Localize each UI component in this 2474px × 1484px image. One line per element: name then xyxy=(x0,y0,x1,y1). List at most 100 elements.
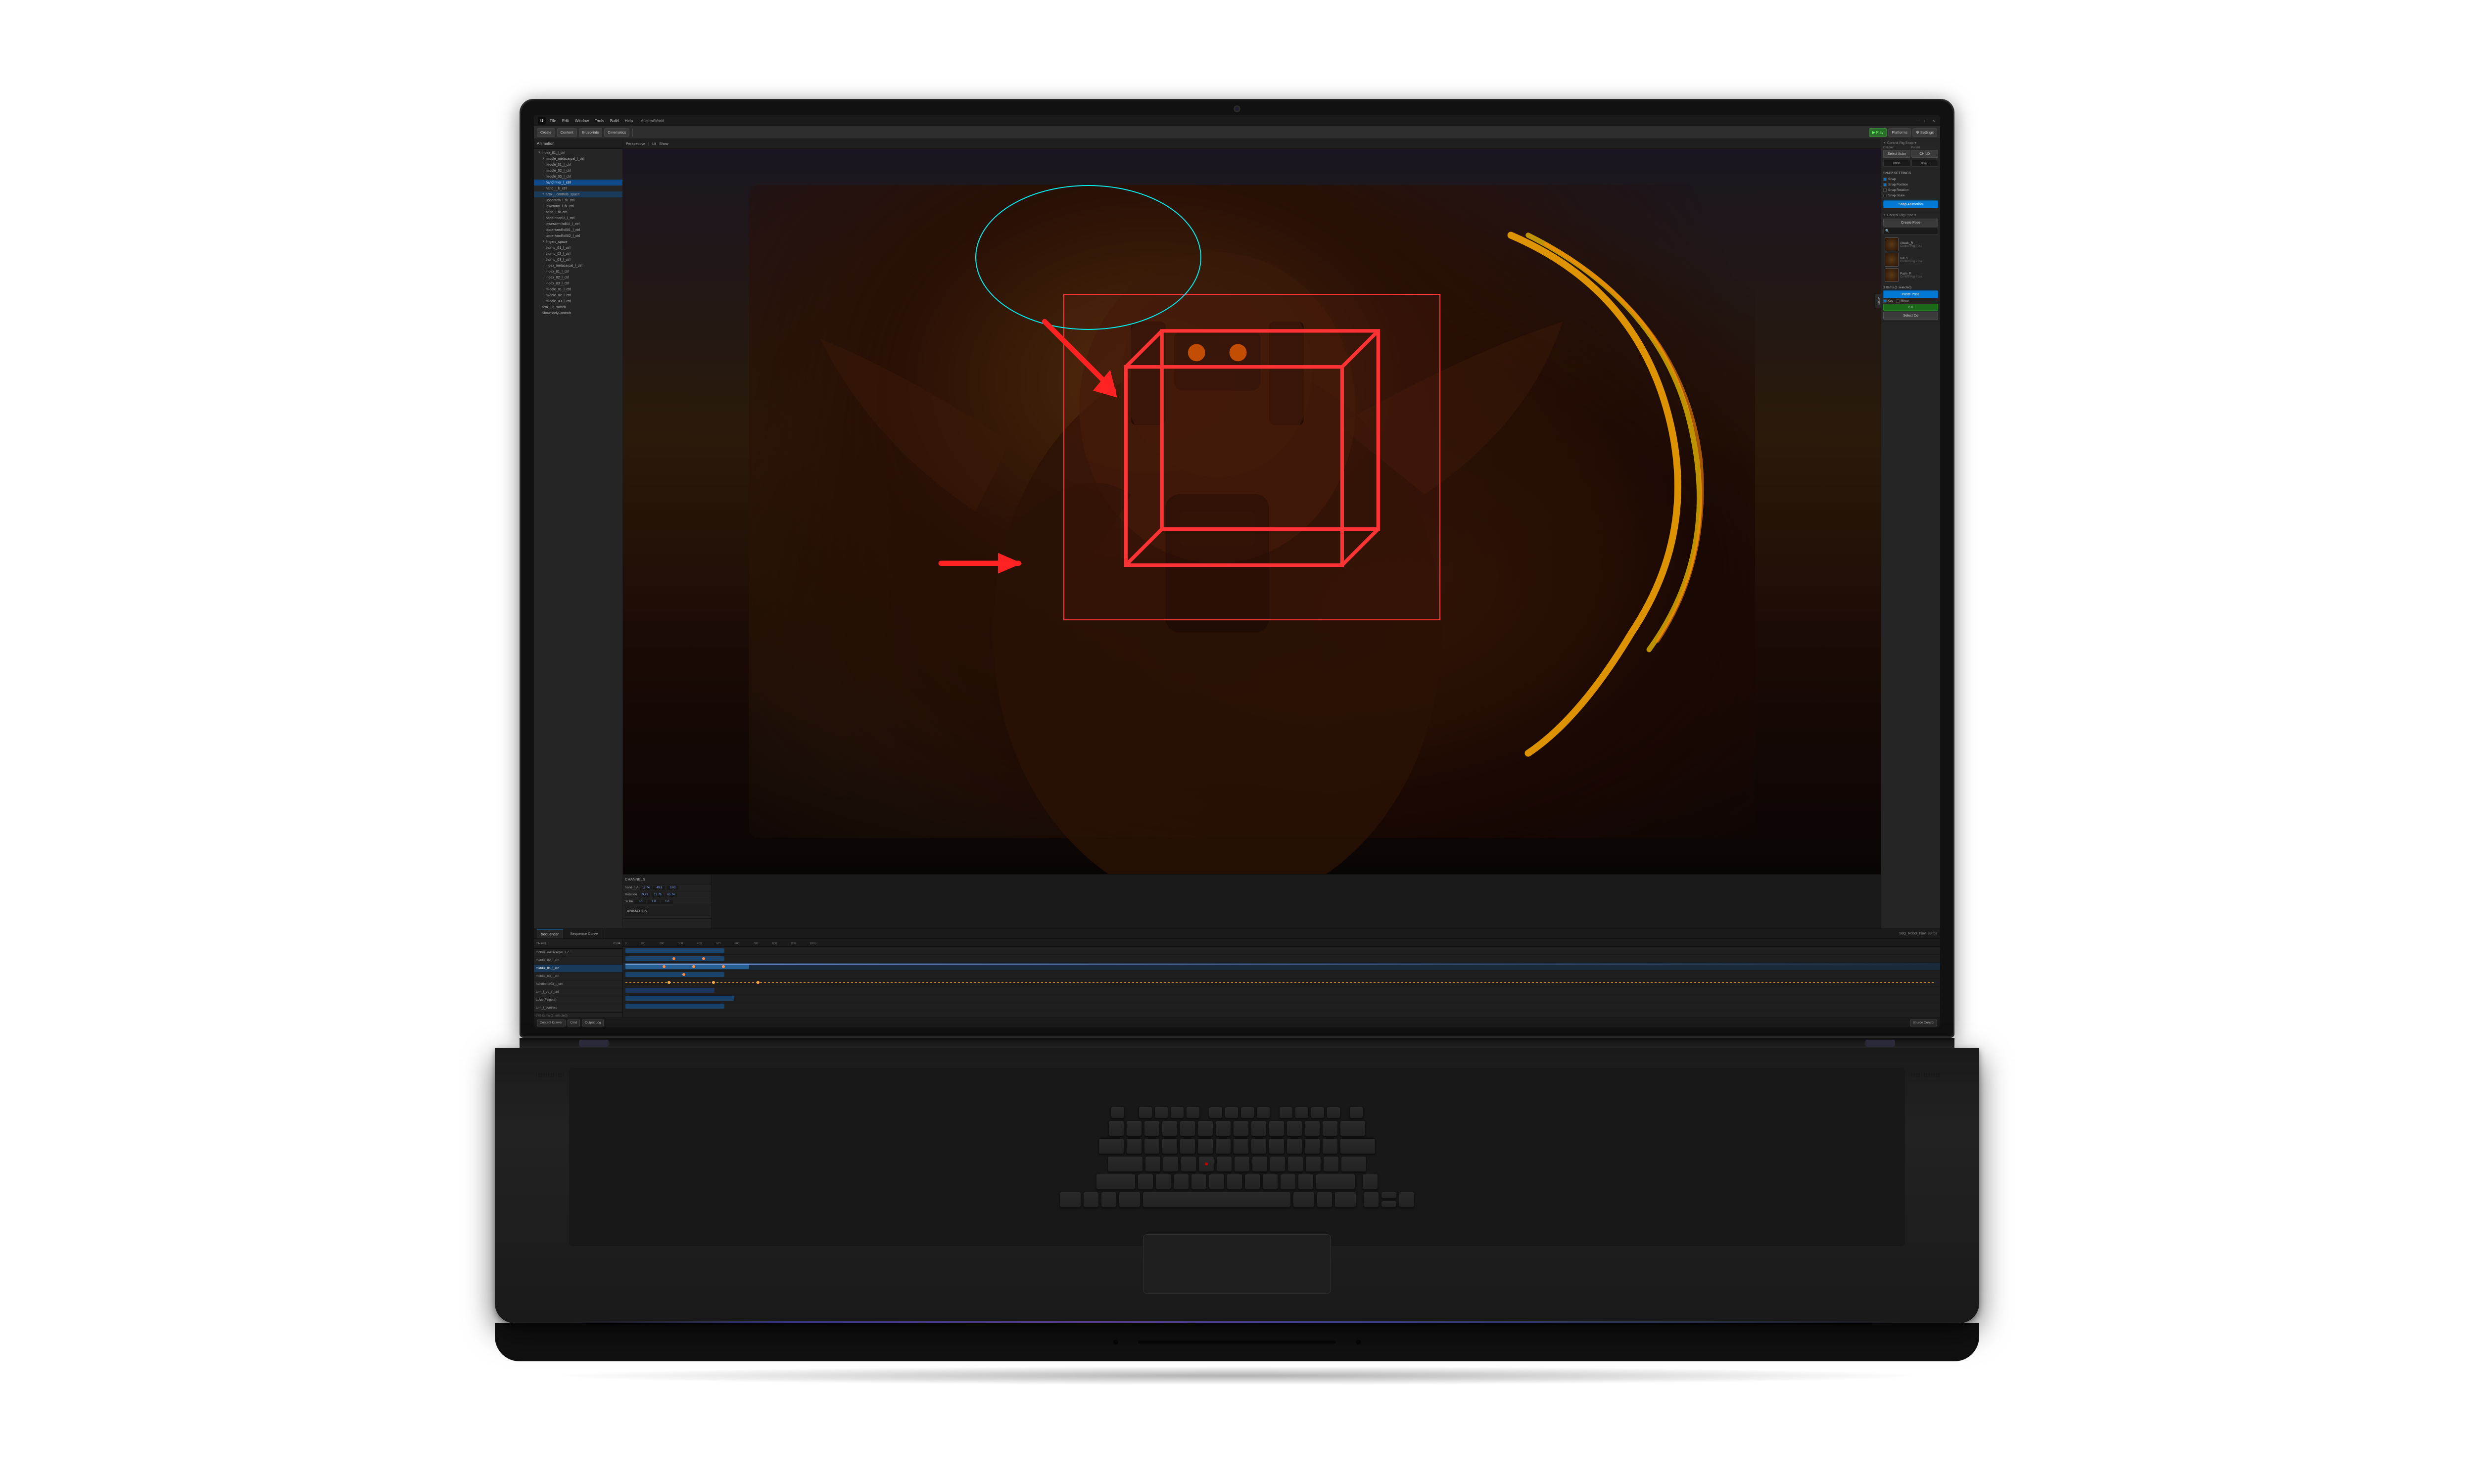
key-i[interactable] xyxy=(1251,1138,1267,1154)
key-f11[interactable] xyxy=(1311,1107,1325,1118)
track-item[interactable]: mobile_03_l_ctrl xyxy=(534,973,622,980)
tree-item[interactable]: ▼ fingers_space xyxy=(534,239,622,245)
key-right-shift[interactable] xyxy=(1316,1174,1355,1190)
key-comma[interactable] xyxy=(1262,1174,1278,1190)
key-f10[interactable] xyxy=(1295,1107,1309,1118)
timeline-track[interactable] xyxy=(623,986,1940,994)
lit-btn[interactable]: Lit xyxy=(652,141,656,146)
channel-z[interactable]: 65.74 xyxy=(665,893,677,897)
timeline-track[interactable] xyxy=(623,971,1940,978)
menu-tools[interactable]: Tools xyxy=(595,119,604,123)
timeline-track[interactable] xyxy=(623,994,1940,1002)
create-button[interactable]: Create xyxy=(537,128,555,137)
tree-item[interactable]: middle_02_l_ctrl xyxy=(534,292,622,298)
channel-y[interactable]: 1.0 xyxy=(648,900,660,904)
tree-item[interactable]: middle_01_l_ctrl xyxy=(534,286,622,292)
key-f12[interactable] xyxy=(1327,1107,1340,1118)
track-item[interactable]: Locs (Fingers) xyxy=(534,996,622,1004)
tree-item[interactable]: handInnor03_l_ctrl xyxy=(534,215,622,221)
key-f9[interactable] xyxy=(1279,1107,1293,1118)
tree-item[interactable]: index_02_l_ctrl xyxy=(534,275,622,280)
select-co-button[interactable]: Select Co xyxy=(1883,312,1938,320)
key-s[interactable] xyxy=(1163,1156,1179,1172)
menu-window[interactable]: Window xyxy=(575,119,589,123)
key-9[interactable] xyxy=(1269,1120,1285,1136)
key-g[interactable] xyxy=(1216,1156,1232,1172)
key-ctrl-r[interactable] xyxy=(1334,1192,1356,1207)
key-4[interactable] xyxy=(1180,1120,1195,1136)
key-x[interactable] xyxy=(1155,1174,1171,1190)
key-tab[interactable] xyxy=(1098,1138,1124,1154)
tree-item[interactable]: index_03_l_ctrl xyxy=(534,280,622,286)
channel-x[interactable]: 12.74 xyxy=(640,886,652,890)
channel-y[interactable]: 49.9 xyxy=(653,886,665,890)
timeline[interactable]: 0100200300 400500600700 8009001000 xyxy=(623,939,1940,1018)
key-esc[interactable] xyxy=(1111,1107,1125,1118)
key-k[interactable] xyxy=(1270,1156,1285,1172)
tree-item[interactable]: index_01_l_ctrl xyxy=(534,269,622,275)
key-3[interactable] xyxy=(1162,1120,1178,1136)
pose-item-attack[interactable]: Attack_R Control Rig Pose xyxy=(1885,237,1937,251)
source-control-button[interactable]: Source Control xyxy=(1910,1020,1937,1026)
key-1[interactable] xyxy=(1126,1120,1142,1136)
channel-y[interactable]: 13.76 xyxy=(652,893,664,897)
key-q[interactable] xyxy=(1126,1138,1142,1154)
timeline-track[interactable] xyxy=(623,963,1940,971)
key-right[interactable] xyxy=(1399,1192,1415,1207)
tree-item[interactable]: thumb_01_l_ctrl xyxy=(534,245,622,251)
trackpad[interactable] xyxy=(1143,1234,1331,1294)
key-r[interactable] xyxy=(1180,1138,1195,1154)
key-f[interactable] xyxy=(1198,1156,1214,1172)
snap-rotation-row[interactable]: Snap Rotation xyxy=(1883,187,1938,193)
tree-item[interactable]: hand_l_b_ctrl xyxy=(534,186,622,191)
platforms-button[interactable]: Platforms xyxy=(1888,128,1911,137)
menu-help[interactable]: Help xyxy=(625,119,633,123)
key-menu[interactable] xyxy=(1317,1192,1332,1207)
paste-pose-button[interactable]: Paste Pose xyxy=(1883,290,1938,298)
key-up-2[interactable] xyxy=(1381,1192,1397,1199)
channel-z[interactable]: 0.03 xyxy=(666,886,678,890)
tree-item[interactable]: upperArmRoll01_l_ctrl xyxy=(534,227,622,233)
key-left[interactable] xyxy=(1363,1192,1379,1207)
key-l[interactable] xyxy=(1287,1156,1303,1172)
key-down[interactable] xyxy=(1381,1201,1397,1207)
channel-row[interactable]: Scale 1.0 1.0 1.0 xyxy=(623,898,712,905)
key-7[interactable] xyxy=(1233,1120,1249,1136)
menu-file[interactable]: File xyxy=(550,119,556,123)
key-del[interactable] xyxy=(1349,1107,1363,1118)
key-ctrl[interactable] xyxy=(1059,1192,1081,1207)
tree-item[interactable]: middle_03_l_ctrl xyxy=(534,298,622,304)
tree-item[interactable]: lowerarm_l_fk_ctrl xyxy=(534,203,622,209)
sequencer-tab[interactable]: Sequencer xyxy=(537,929,563,938)
key-f2[interactable] xyxy=(1154,1107,1168,1118)
track-item[interactable]: handInnor03_l_ctrl xyxy=(534,980,622,988)
track-item[interactable]: arm_l_pc_lr_ctrl xyxy=(534,988,622,996)
snap-position-row[interactable]: Snap Position xyxy=(1883,182,1938,187)
key-equals[interactable] xyxy=(1322,1120,1338,1136)
blend-field[interactable]: 0.8 xyxy=(1883,304,1938,311)
tree-item[interactable]: ShowBodyControls xyxy=(534,310,622,316)
menu-bar[interactable]: File Edit Window Tools Build Help xyxy=(550,119,633,123)
snap-scale-checkbox[interactable] xyxy=(1883,194,1887,197)
create-pose-button[interactable]: Create Pose xyxy=(1883,219,1938,227)
tree-item[interactable]: thumb_03_l_ctrl xyxy=(534,257,622,263)
key-a[interactable] xyxy=(1145,1156,1161,1172)
rig-field-1[interactable]: 0000 xyxy=(1883,160,1910,167)
key-enter[interactable] xyxy=(1341,1156,1367,1172)
channel-x[interactable]: 89.41 xyxy=(638,893,650,897)
blueprints-button[interactable]: Blueprints xyxy=(579,128,602,137)
channel-row[interactable]: Rotation 89.41 13.76 65.74 xyxy=(623,891,712,898)
key-v[interactable] xyxy=(1191,1174,1207,1190)
tree-item[interactable]: middle_02_l_ctrl xyxy=(534,168,622,174)
key-fn[interactable] xyxy=(1083,1192,1099,1207)
key-capslock[interactable] xyxy=(1107,1156,1143,1172)
maximize-button[interactable]: □ xyxy=(1923,118,1928,123)
key-f1[interactable] xyxy=(1139,1107,1152,1118)
key-semicolon[interactable] xyxy=(1305,1156,1321,1172)
key-o[interactable] xyxy=(1269,1138,1285,1154)
key-slash[interactable] xyxy=(1298,1174,1314,1190)
key-5[interactable] xyxy=(1197,1120,1213,1136)
tree-item[interactable]: lowerArmRoll02_l_ctrl xyxy=(534,221,622,227)
key-f8[interactable] xyxy=(1256,1107,1270,1118)
tree-item[interactable]: middle_03_l_ctrl xyxy=(534,174,622,180)
